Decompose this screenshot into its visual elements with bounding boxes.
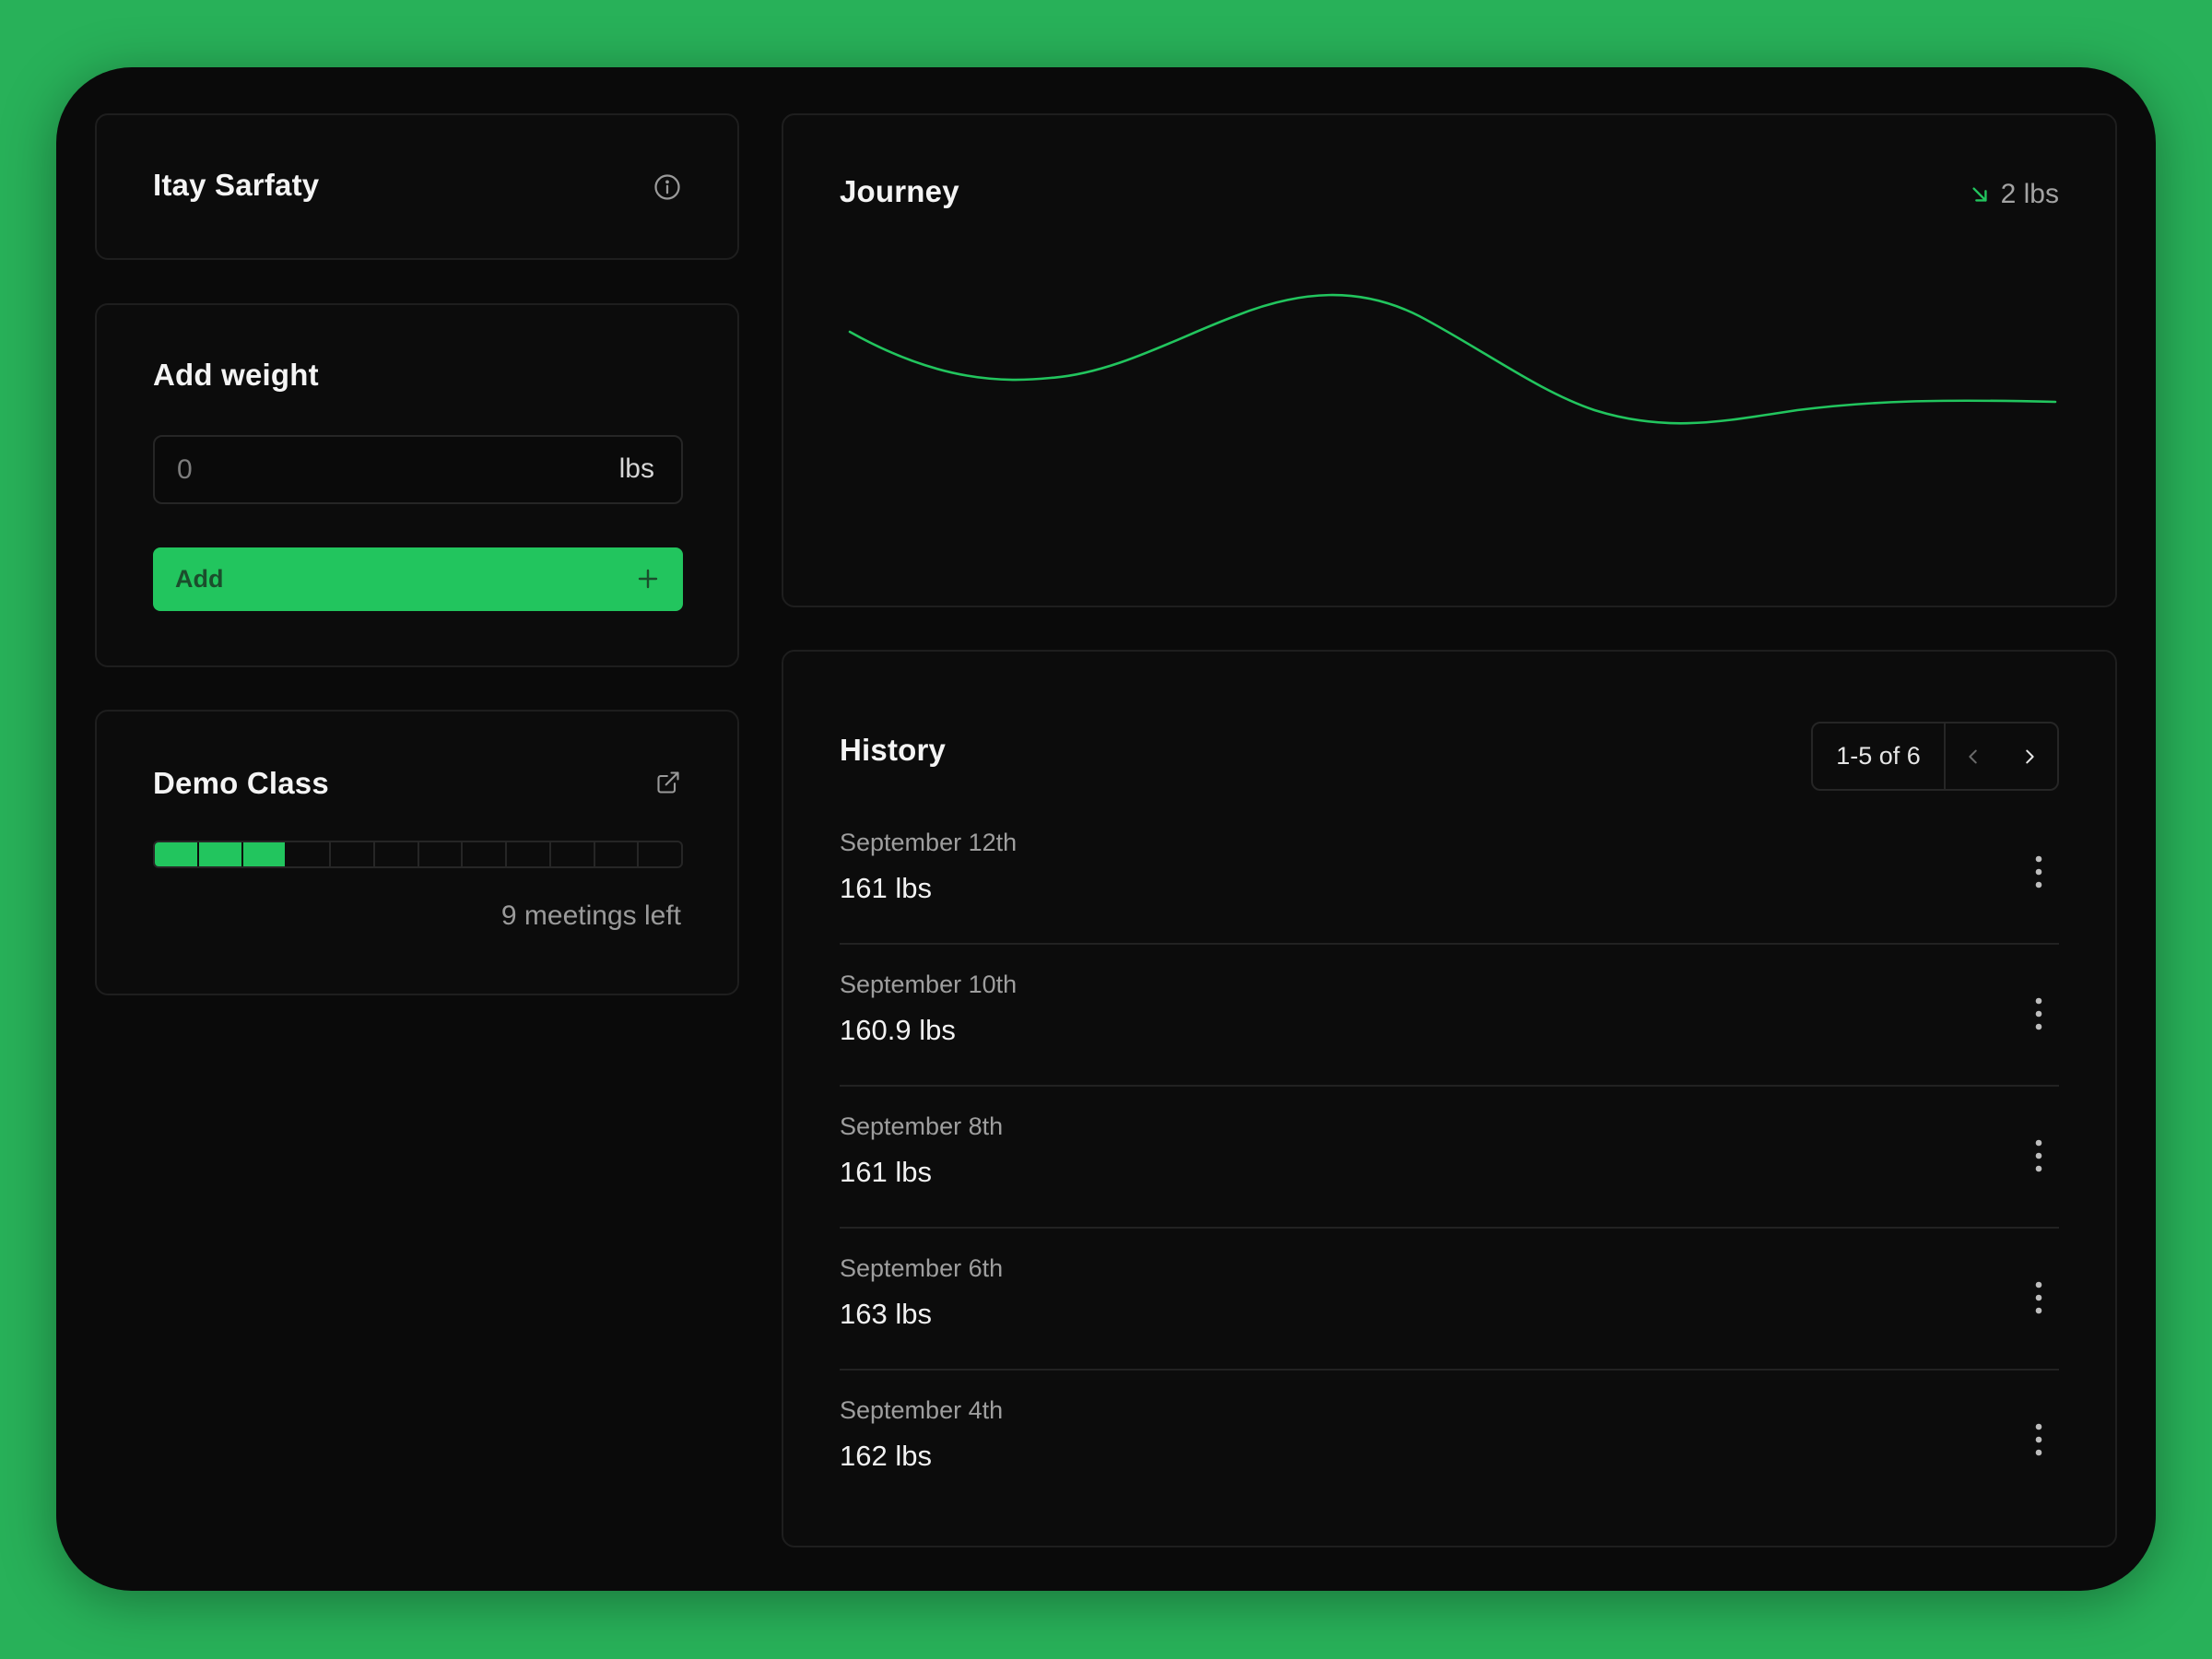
history-row: September 12th 161 lbs bbox=[840, 803, 2059, 945]
arrow-down-right-icon bbox=[1972, 187, 1987, 202]
progress-segment-empty bbox=[375, 842, 419, 866]
progress-segment-empty bbox=[595, 842, 640, 866]
profile-name: Itay Sarfaty bbox=[153, 168, 320, 202]
profile-card: Itay Sarfaty bbox=[95, 113, 739, 260]
more-vertical-icon bbox=[2035, 1423, 2042, 1456]
row-menu-button[interactable] bbox=[2018, 1413, 2059, 1466]
history-weight: 161 lbs bbox=[840, 872, 932, 904]
history-weight: 161 lbs bbox=[840, 1156, 932, 1188]
pager-next-button[interactable] bbox=[2002, 724, 2058, 789]
history-row: September 8th 161 lbs bbox=[840, 1087, 2059, 1229]
class-card: Demo Class 9 meetings left bbox=[95, 710, 739, 995]
row-menu-button[interactable] bbox=[2018, 845, 2059, 899]
history-weight: 163 lbs bbox=[840, 1298, 932, 1330]
trend-indicator: 2 lbs bbox=[1970, 179, 2059, 210]
progress-segment-filled bbox=[198, 842, 243, 866]
add-weight-title: Add weight bbox=[153, 358, 319, 392]
chevron-right-icon bbox=[2025, 749, 2034, 763]
pager-prev-button[interactable] bbox=[1946, 724, 2002, 789]
history-list: September 12th 161 lbs September 10th 16… bbox=[840, 803, 2059, 1512]
progress-segment-filled bbox=[242, 842, 288, 866]
progress-segment-empty bbox=[463, 842, 507, 866]
progress-segment-filled bbox=[155, 842, 199, 866]
more-vertical-icon bbox=[2035, 855, 2042, 888]
add-weight-card: Add weight lbs Add bbox=[95, 303, 739, 667]
external-link-icon[interactable] bbox=[655, 770, 681, 795]
more-vertical-icon bbox=[2035, 1281, 2042, 1314]
weight-field: lbs bbox=[153, 435, 683, 504]
progress-segment-empty bbox=[287, 842, 331, 866]
class-title: Demo Class bbox=[153, 766, 329, 800]
history-date: September 8th bbox=[840, 1112, 1004, 1140]
history-weight: 160.9 lbs bbox=[840, 1014, 956, 1046]
history-row: September 4th 162 lbs bbox=[840, 1371, 2059, 1512]
row-menu-button[interactable] bbox=[2018, 1129, 2059, 1182]
more-vertical-icon bbox=[2035, 997, 2042, 1030]
history-row: September 10th 160.9 lbs bbox=[840, 945, 2059, 1087]
history-date: September 10th bbox=[840, 971, 1018, 998]
history-title: History bbox=[840, 733, 947, 767]
progress-segment-empty bbox=[639, 842, 681, 866]
history-date: September 12th bbox=[840, 829, 1018, 856]
history-date: September 4th bbox=[840, 1396, 1004, 1424]
history-pager: 1-5 of 6 bbox=[1811, 722, 2059, 791]
progress-segment-empty bbox=[331, 842, 375, 866]
history-weight: 162 lbs bbox=[840, 1440, 932, 1472]
trend-value: 2 lbs bbox=[2000, 179, 2059, 209]
progress-segment-empty bbox=[419, 842, 464, 866]
row-menu-button[interactable] bbox=[2018, 1271, 2059, 1324]
chevron-left-icon bbox=[1969, 749, 1978, 763]
history-card: History 1-5 of 6 September 12th 161 lbs bbox=[782, 650, 2117, 1547]
journey-line-chart bbox=[848, 293, 2057, 425]
more-vertical-icon bbox=[2035, 1139, 2042, 1172]
row-menu-button[interactable] bbox=[2018, 987, 2059, 1041]
info-icon[interactable] bbox=[653, 173, 681, 201]
journey-title: Journey bbox=[840, 174, 959, 208]
plus-icon bbox=[638, 569, 658, 589]
progress-segment-empty bbox=[507, 842, 551, 866]
weight-unit-label: lbs bbox=[618, 453, 654, 484]
add-button-label: Add bbox=[175, 565, 224, 593]
pager-range: 1-5 of 6 bbox=[1813, 724, 1946, 789]
journey-line bbox=[848, 293, 2057, 425]
meetings-left-text: 9 meetings left bbox=[500, 900, 681, 931]
app-window: Itay Sarfaty Add weight lbs Add Demo Cla… bbox=[56, 67, 2156, 1591]
progress-segment-empty bbox=[551, 842, 595, 866]
add-weight-button[interactable]: Add bbox=[153, 547, 683, 611]
weight-input[interactable] bbox=[155, 437, 588, 502]
meetings-progress-bar bbox=[153, 841, 683, 868]
journey-card: Journey 2 lbs bbox=[782, 113, 2117, 607]
history-date: September 6th bbox=[840, 1254, 1004, 1282]
history-row: September 6th 163 lbs bbox=[840, 1229, 2059, 1371]
